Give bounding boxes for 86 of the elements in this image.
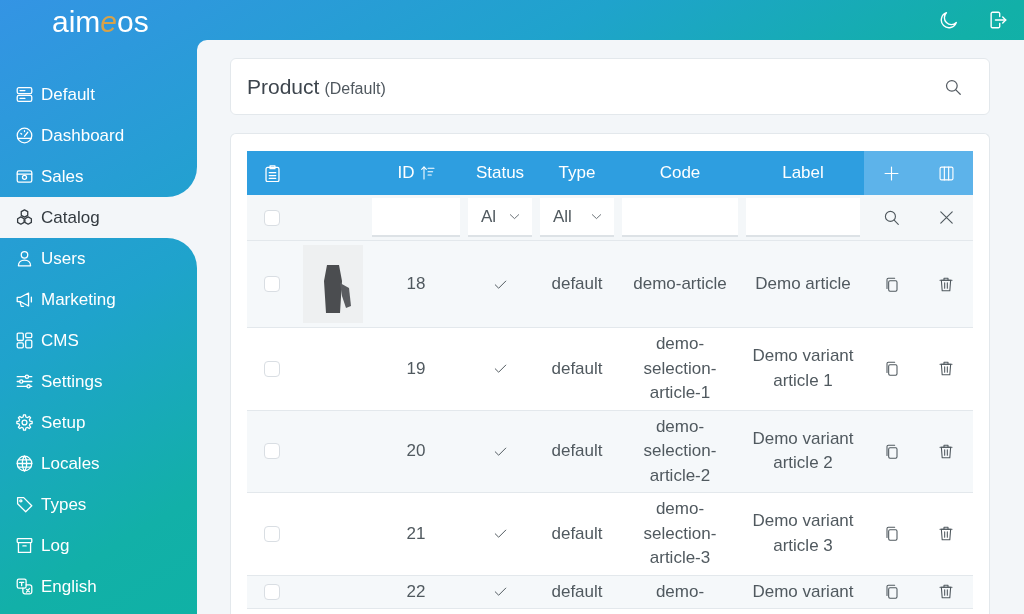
globe-icon: [16, 455, 33, 472]
table-cell-text: Demo article: [754, 272, 852, 295]
row-checkbox[interactable]: [264, 525, 280, 542]
table-cell-text: demo-: [654, 580, 706, 603]
row-checkbox[interactable]: [264, 360, 280, 377]
clipboard-icon[interactable]: [263, 164, 281, 182]
site-label: (Default): [324, 79, 386, 98]
nav-item[interactable]: Types: [0, 484, 197, 525]
filter-select[interactable]: All: [540, 198, 614, 237]
table-cell-text: demo-selection-article-1: [642, 333, 718, 404]
person-icon: [16, 250, 33, 267]
copy-icon[interactable]: [884, 443, 899, 459]
table-cell-text: 21: [405, 522, 427, 545]
column-header[interactable]: Label: [742, 151, 864, 195]
filter-input[interactable]: [622, 198, 738, 237]
filter-select[interactable]: Al: [468, 198, 532, 237]
filter-input[interactable]: [746, 198, 860, 237]
archive-icon: [16, 537, 33, 554]
nav-item[interactable]: Locales: [0, 443, 197, 484]
copy-icon[interactable]: [884, 584, 899, 600]
search-icon[interactable]: [945, 78, 961, 95]
server-icon: [16, 86, 33, 103]
select-all-checkbox[interactable]: [264, 209, 280, 226]
table-cell-text: Demo variant article 1: [751, 345, 855, 392]
page-title: Product: [247, 74, 320, 99]
copy-icon[interactable]: [884, 526, 899, 542]
row-checkbox[interactable]: [264, 583, 280, 600]
translate-icon: [16, 578, 33, 595]
nav-item[interactable]: CMS: [0, 320, 197, 361]
copy-icon[interactable]: [884, 276, 899, 292]
trash-icon[interactable]: [939, 276, 953, 292]
megaphone-icon: [16, 291, 33, 308]
table-cell-text: 19: [405, 357, 427, 380]
column-header[interactable]: Type: [536, 151, 618, 195]
nav-item[interactable]: Default: [0, 74, 197, 115]
table-cell-text: Demo variant article 3: [751, 510, 855, 557]
table-cell-text: Demo variant: [751, 580, 855, 603]
cash-icon: [16, 168, 33, 185]
columns-icon: [938, 165, 954, 181]
tag-icon: [16, 496, 33, 513]
chevron-down-icon: [509, 211, 520, 222]
plus-icon: [884, 165, 899, 181]
columns-button[interactable]: [919, 151, 973, 195]
table-cell-text: default: [550, 440, 604, 462]
nav-item[interactable]: Sales: [0, 156, 197, 197]
nav-item[interactable]: Setup: [0, 402, 197, 443]
row-checkbox[interactable]: [264, 276, 280, 292]
gear-icon: [16, 414, 33, 431]
column-header[interactable]: Code: [618, 151, 742, 195]
chevron-down-icon: [591, 211, 602, 222]
nav-item[interactable]: Marketing: [0, 279, 197, 320]
nav-item[interactable]: Log: [0, 525, 197, 566]
logo: aimeos: [52, 4, 149, 40]
grid-icon: [16, 332, 33, 349]
gauge-icon: [16, 127, 33, 144]
table-cell-text: demo-article: [632, 272, 728, 295]
trash-icon[interactable]: [939, 526, 953, 542]
table-cell-text: demo-selection-article-3: [642, 498, 718, 569]
table-cell-text: demo-selection-article-2: [642, 415, 718, 487]
trash-icon[interactable]: [939, 361, 953, 377]
nav-item[interactable]: Settings: [0, 361, 197, 402]
table-cell-text: 20: [405, 440, 427, 462]
table-cell-text: default: [550, 580, 604, 603]
table-cell-text: 18: [405, 272, 427, 295]
table-cell-text: default: [550, 522, 604, 545]
nav-item[interactable]: English: [0, 566, 197, 607]
trash-icon[interactable]: [939, 443, 953, 459]
copy-icon[interactable]: [884, 361, 899, 377]
sort-ascending-icon[interactable]: [420, 166, 435, 180]
column-header[interactable]: Status: [464, 151, 536, 195]
nav-item[interactable]: Users: [0, 238, 197, 279]
boxes-icon: [16, 209, 33, 226]
row-checkbox[interactable]: [264, 443, 280, 460]
filter-input[interactable]: [372, 198, 460, 237]
table-cell-text: default: [550, 357, 604, 380]
column-header[interactable]: ID: [368, 151, 464, 195]
nav-item[interactable]: Dashboard: [0, 115, 197, 156]
close-icon[interactable]: [938, 210, 954, 225]
logout-icon[interactable]: [989, 11, 1007, 29]
table-cell-text: Demo variant article 2: [751, 427, 855, 475]
table-cell-text: 22: [405, 580, 427, 603]
sliders-icon: [16, 373, 33, 390]
table-cell-text: default: [550, 272, 604, 295]
search-icon[interactable]: [884, 210, 899, 225]
trash-icon[interactable]: [939, 584, 953, 600]
moon-icon[interactable]: [940, 11, 958, 29]
